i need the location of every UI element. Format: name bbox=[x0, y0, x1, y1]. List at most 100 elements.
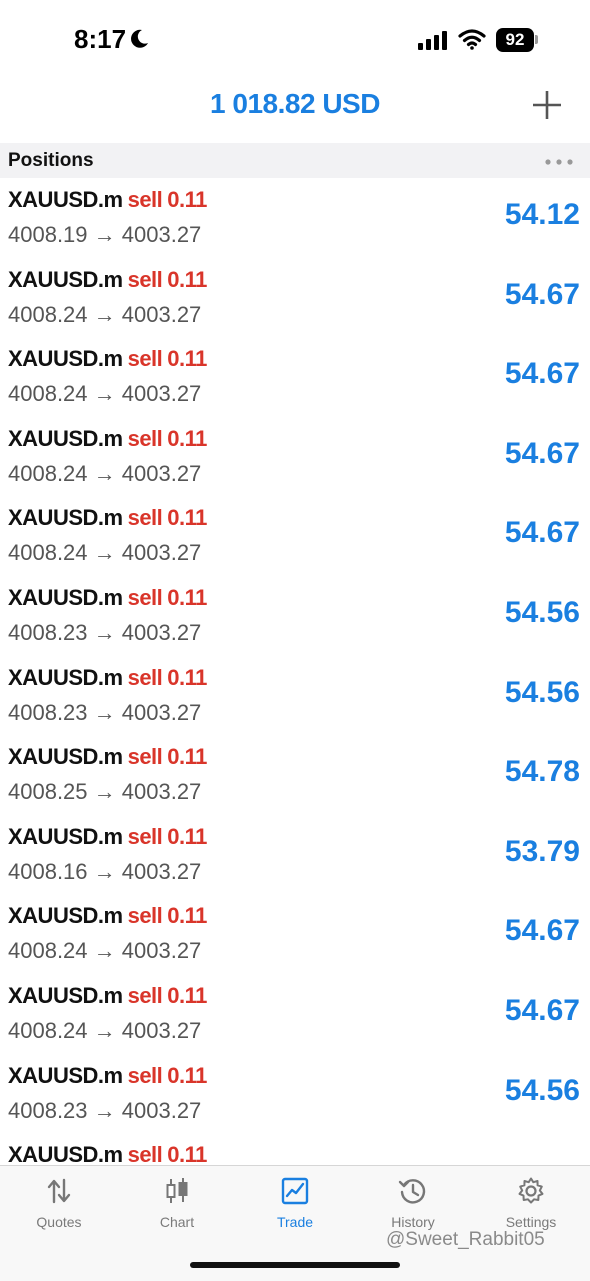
position-side: sell bbox=[127, 585, 163, 610]
position-side: sell bbox=[127, 823, 163, 849]
position-prices: 4008.23 → 4003.27 bbox=[8, 1098, 201, 1124]
position-side: sell bbox=[127, 1062, 163, 1088]
position-row[interactable]: XAUUSD.m sell 0.11 4008.24 → 4003.27 54.67 bbox=[0, 337, 590, 417]
position-profit: 54.67 bbox=[504, 277, 580, 311]
position-prices: 4008.24 → 4003.27 bbox=[8, 938, 201, 964]
home-indicator bbox=[190, 1262, 400, 1268]
current-price: 4003.27 bbox=[121, 858, 202, 884]
position-prices: 4008.16 → 4003.27 bbox=[8, 859, 201, 885]
position-row[interactable]: XAUUSD.m sell 0.11 4008.24 → 4003.27 54.67 bbox=[0, 496, 590, 576]
position-row[interactable]: XAUUSD.m sell 0.11 bbox=[0, 1133, 590, 1165]
position-symbol: XAUUSD.m bbox=[8, 1142, 123, 1165]
open-price: 4008.24 bbox=[8, 301, 88, 327]
position-prices: 4008.24 → 4003.27 bbox=[8, 381, 201, 407]
tab-label: Quotes bbox=[36, 1214, 82, 1230]
position-profit: 54.56 bbox=[504, 1073, 580, 1107]
positions-section-header: Positions bbox=[0, 143, 590, 178]
position-symbol-line: XAUUSD.m sell 0.11 bbox=[8, 1142, 207, 1165]
position-prices: 4008.23 → 4003.27 bbox=[8, 620, 201, 646]
arrow-right-icon: → bbox=[87, 858, 122, 884]
position-symbol-line: XAUUSD.m sell 0.11 bbox=[8, 505, 207, 531]
position-symbol: XAUUSD.m bbox=[8, 585, 123, 610]
battery-indicator: 92 bbox=[496, 28, 534, 52]
position-symbol-line: XAUUSD.m sell 0.11 bbox=[8, 903, 207, 929]
position-profit: 54.78 bbox=[504, 755, 580, 789]
open-price: 4008.24 bbox=[8, 381, 88, 407]
position-side: sell bbox=[127, 983, 163, 1008]
open-price: 4008.19 bbox=[8, 222, 88, 247]
open-price: 4008.23 bbox=[8, 1097, 88, 1123]
arrow-right-icon: → bbox=[87, 381, 122, 407]
add-order-button[interactable] bbox=[530, 88, 564, 122]
position-symbol-line: XAUUSD.m sell 0.11 bbox=[8, 665, 207, 691]
tab-trade[interactable]: Trade bbox=[236, 1176, 354, 1246]
position-symbol: XAUUSD.m bbox=[8, 744, 123, 770]
position-row[interactable]: XAUUSD.m sell 0.11 4008.16 → 4003.27 53.79 bbox=[0, 815, 590, 895]
position-symbol: XAUUSD.m bbox=[8, 983, 123, 1008]
position-symbol-line: XAUUSD.m sell 0.11 bbox=[8, 824, 207, 850]
position-row[interactable]: XAUUSD.m sell 0.11 4008.24 → 4003.27 54.67 bbox=[0, 974, 590, 1054]
moon-icon bbox=[131, 29, 148, 48]
current-price: 4003.27 bbox=[121, 381, 202, 407]
position-profit: 54.67 bbox=[504, 914, 580, 948]
position-symbol-line: XAUUSD.m sell 0.11 bbox=[8, 187, 207, 213]
status-bar: 8:17 92 bbox=[0, 0, 590, 80]
arrow-right-icon: → bbox=[87, 620, 122, 645]
status-time: 8:17 bbox=[74, 24, 127, 54]
open-price: 4008.24 bbox=[8, 540, 88, 566]
tab-label: Chart bbox=[159, 1214, 195, 1230]
position-row[interactable]: XAUUSD.m sell 0.11 4008.23 → 4003.27 54.56 bbox=[0, 656, 590, 736]
arrow-right-icon: → bbox=[87, 1018, 122, 1043]
watermark: @Sweet_Rabbit05 bbox=[386, 1229, 545, 1250]
arrow-right-icon: → bbox=[87, 301, 122, 327]
tab-quotes[interactable]: Quotes bbox=[0, 1176, 118, 1246]
trade-chart-icon bbox=[236, 1176, 354, 1206]
position-symbol-line: XAUUSD.m sell 0.11 bbox=[8, 426, 207, 452]
position-symbol: XAUUSD.m bbox=[8, 903, 123, 929]
position-symbol-line: XAUUSD.m sell 0.11 bbox=[8, 346, 207, 372]
position-row[interactable]: XAUUSD.m sell 0.11 4008.23 → 4003.27 54.56 bbox=[0, 576, 590, 656]
position-row[interactable]: XAUUSD.m sell 0.11 4008.24 → 4003.27 54.67 bbox=[0, 894, 590, 974]
open-price: 4008.24 bbox=[8, 460, 88, 486]
position-symbol-line: XAUUSD.m sell 0.11 bbox=[8, 744, 207, 770]
position-row[interactable]: XAUUSD.m sell 0.11 4008.23 → 4003.27 54.56 bbox=[0, 1054, 590, 1134]
candlestick-icon bbox=[118, 1176, 236, 1206]
position-prices: 4008.19 → 4003.27 bbox=[8, 222, 201, 248]
cellular-signal-icon bbox=[418, 31, 447, 50]
current-price: 4003.27 bbox=[121, 460, 202, 486]
position-side: sell bbox=[127, 664, 163, 690]
open-price: 4008.24 bbox=[8, 938, 88, 964]
position-row[interactable]: XAUUSD.m sell 0.11 4008.19 → 4003.27 54.12 bbox=[0, 178, 590, 258]
position-prices: 4008.24 → 4003.27 bbox=[8, 302, 201, 328]
wifi-icon bbox=[458, 29, 486, 50]
current-price: 4003.27 bbox=[121, 699, 202, 725]
tab-chart[interactable]: Chart bbox=[118, 1176, 236, 1246]
position-volume: 0.11 bbox=[167, 1062, 207, 1088]
position-profit: 53.79 bbox=[504, 834, 580, 868]
position-volume: 0.11 bbox=[167, 505, 207, 531]
position-symbol-line: XAUUSD.m sell 0.11 bbox=[8, 585, 207, 611]
arrows-updown-icon bbox=[0, 1176, 118, 1206]
position-volume: 0.11 bbox=[167, 187, 207, 212]
position-profit: 54.67 bbox=[504, 436, 580, 470]
position-volume: 0.11 bbox=[167, 425, 207, 451]
arrow-right-icon: → bbox=[87, 460, 122, 486]
open-price: 4008.16 bbox=[8, 858, 88, 884]
more-options-icon[interactable] bbox=[544, 158, 574, 166]
account-balance: 1 018.82 USD bbox=[210, 88, 380, 119]
position-side: sell bbox=[127, 266, 163, 292]
arrow-right-icon: → bbox=[87, 938, 122, 964]
tab-label: Settings bbox=[505, 1214, 557, 1230]
position-profit: 54.56 bbox=[504, 675, 580, 709]
position-row[interactable]: XAUUSD.m sell 0.11 4008.25 → 4003.27 54.78 bbox=[0, 735, 590, 815]
arrow-right-icon: → bbox=[87, 222, 122, 247]
position-row[interactable]: XAUUSD.m sell 0.11 4008.24 → 4003.27 54.67 bbox=[0, 417, 590, 497]
open-price: 4008.23 bbox=[8, 620, 88, 645]
position-profit: 54.56 bbox=[504, 596, 580, 629]
arrow-right-icon: → bbox=[87, 540, 122, 566]
battery-tip bbox=[535, 35, 538, 44]
position-side: sell bbox=[127, 346, 163, 372]
position-row[interactable]: XAUUSD.m sell 0.11 4008.24 → 4003.27 54.67 bbox=[0, 258, 590, 338]
position-symbol: XAUUSD.m bbox=[8, 823, 123, 849]
position-symbol: XAUUSD.m bbox=[8, 346, 123, 372]
